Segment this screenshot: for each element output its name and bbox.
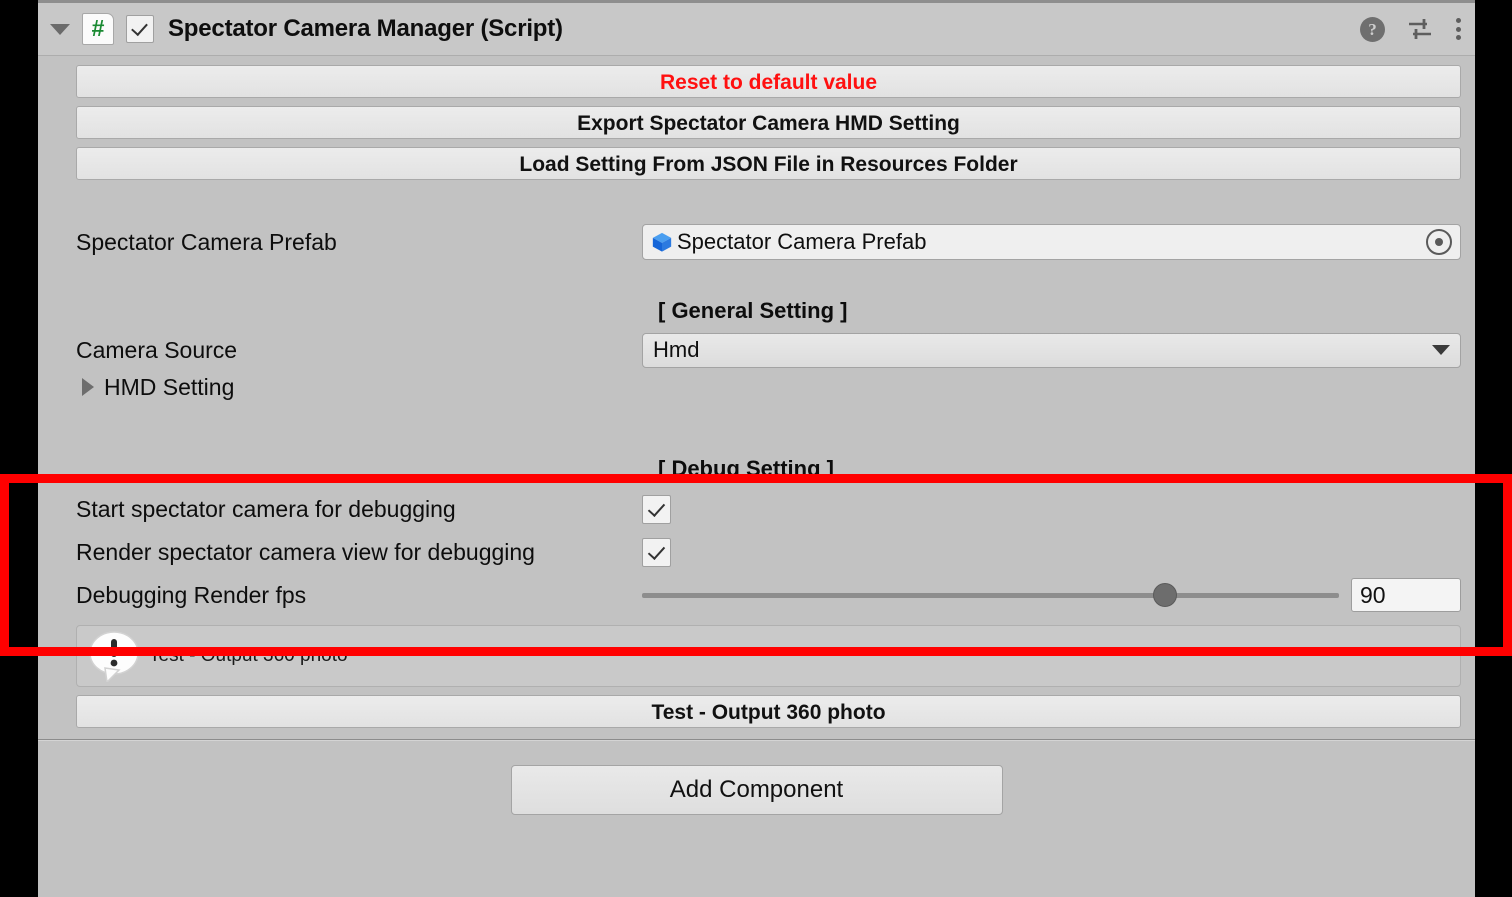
add-component-button[interactable]: Add Component: [510, 765, 1003, 815]
object-picker-icon[interactable]: [1426, 229, 1452, 255]
chevron-down-icon: [1432, 345, 1450, 355]
start-spectator-camera-checkbox[interactable]: [642, 494, 671, 524]
component-title: Spectator Camera Manager (Script): [168, 15, 563, 42]
add-component-area: Add Component: [38, 740, 1475, 815]
preset-icon[interactable]: [1407, 17, 1433, 41]
help-icon[interactable]: ?: [1360, 16, 1385, 42]
script-icon: #: [82, 13, 114, 45]
hmd-setting-label: HMD Setting: [104, 373, 235, 400]
component-foldout-arrow-icon[interactable]: [50, 23, 70, 35]
debugging-render-fps-input[interactable]: 90: [1351, 578, 1461, 612]
test-output-360-photo-button[interactable]: Test - Output 360 photo: [76, 695, 1461, 728]
export-hmd-setting-button[interactable]: Export Spectator Camera HMD Setting: [76, 106, 1461, 139]
component-enabled-checkbox[interactable]: [126, 15, 154, 43]
component-header[interactable]: # Spectator Camera Manager (Script) ?: [38, 3, 1475, 56]
render-spectator-view-checkbox[interactable]: [642, 537, 671, 567]
camera-source-value: Hmd: [653, 337, 700, 362]
spectator-camera-prefab-label: Spectator Camera Prefab: [76, 228, 337, 255]
spectator-camera-prefab-value: Spectator Camera Prefab: [677, 229, 927, 254]
header-icon-group: ?: [1360, 3, 1461, 55]
hmd-setting-foldout-arrow-icon[interactable]: [82, 378, 94, 396]
component-body: Reset to default value Export Spectator …: [38, 56, 1475, 815]
info-bubble-icon: [89, 631, 139, 682]
render-spectator-view-label: Render spectator camera view for debuggi…: [76, 538, 535, 565]
prefab-cube-icon: [652, 232, 672, 252]
start-spectator-camera-label: Start spectator camera for debugging: [76, 495, 456, 522]
debugging-render-fps-row: Debugging Render fps 90: [76, 577, 1461, 613]
hmd-setting-foldout[interactable]: HMD Setting: [82, 368, 1475, 406]
reset-to-default-button[interactable]: Reset to default value: [76, 65, 1461, 98]
camera-source-row: Camera Source Hmd: [76, 332, 1461, 368]
load-setting-json-button[interactable]: Load Setting From JSON File in Resources…: [76, 147, 1461, 180]
debugging-render-fps-slider[interactable]: [642, 583, 1339, 607]
camera-source-dropdown[interactable]: Hmd: [642, 332, 1461, 368]
debugging-render-fps-label: Debugging Render fps: [76, 581, 307, 608]
general-setting-header-row: [ General Setting ]: [76, 298, 1461, 324]
general-setting-header: [ General Setting ]: [658, 298, 848, 323]
spectator-camera-prefab-object-field[interactable]: Spectator Camera Prefab: [642, 224, 1461, 260]
help-box-text: Test - Output 360 photo: [149, 645, 348, 666]
spectator-camera-prefab-row: Spectator Camera Prefab Spectator Camera…: [76, 224, 1461, 260]
render-spectator-view-row: Render spectator camera view for debuggi…: [76, 534, 1461, 570]
help-box: Test - Output 360 photo: [76, 625, 1461, 687]
slider-track-bar: [642, 592, 1339, 598]
camera-source-label: Camera Source: [76, 336, 238, 363]
debug-setting-header-row: [ Debug Setting ]: [76, 456, 1461, 482]
slider-handle[interactable]: [1152, 583, 1177, 607]
debug-setting-header: [ Debug Setting ]: [658, 456, 834, 481]
start-spectator-camera-row: Start spectator camera for debugging: [76, 491, 1461, 527]
kebab-menu-icon[interactable]: [1455, 16, 1461, 42]
inspector-panel: # Spectator Camera Manager (Script) ? Re…: [38, 0, 1475, 897]
